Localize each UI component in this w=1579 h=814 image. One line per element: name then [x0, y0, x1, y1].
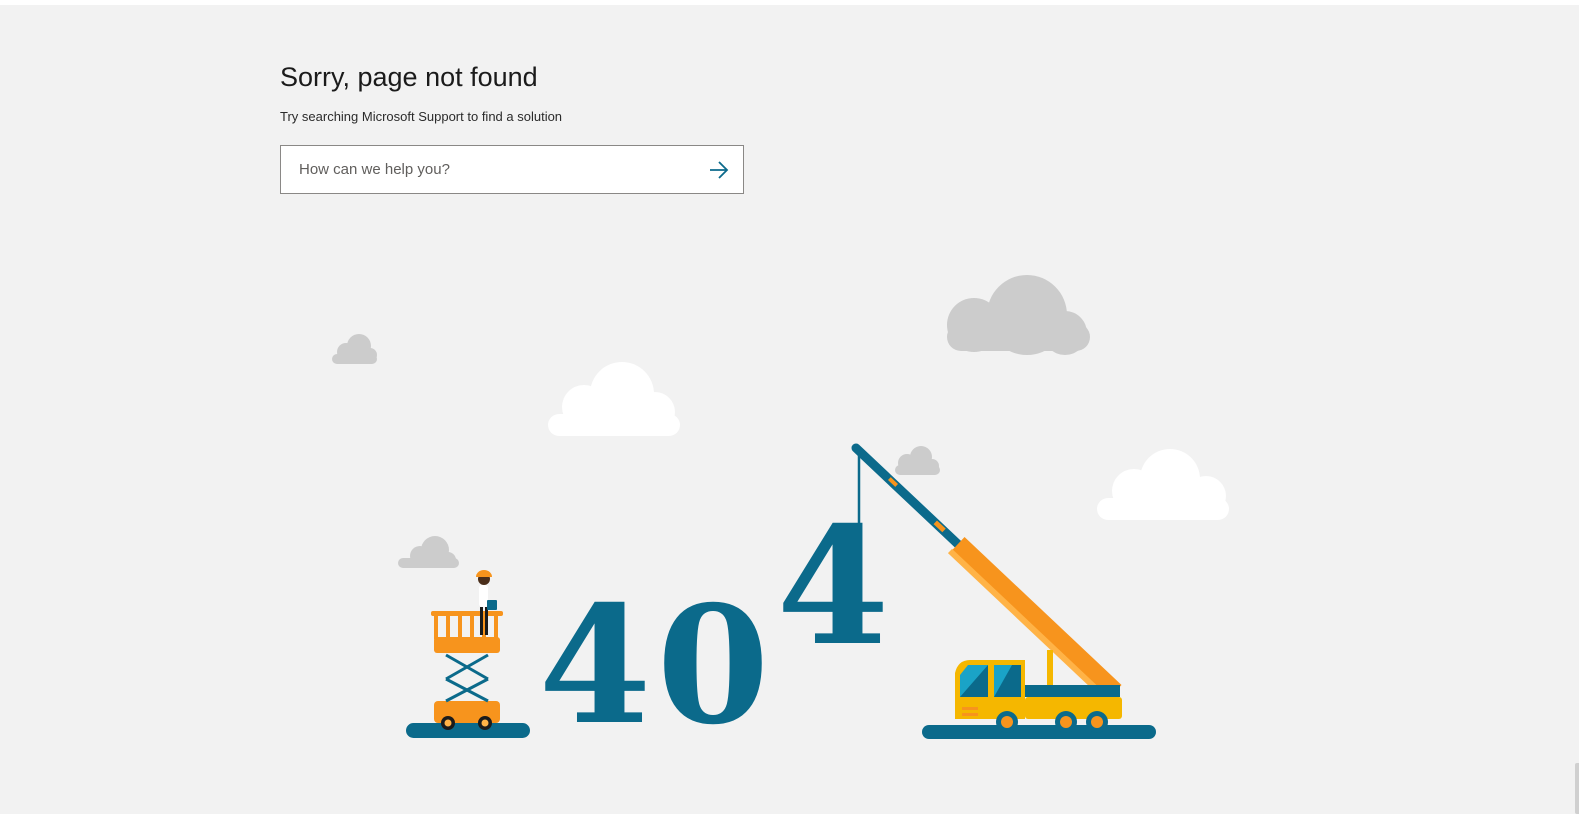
arrow-right-icon — [710, 161, 729, 179]
scrollbar[interactable] — [1575, 763, 1579, 814]
search-box — [280, 145, 744, 194]
white-cloud-center — [548, 362, 680, 436]
white-cloud-right — [1097, 449, 1229, 520]
construction-404-illustration: 4 0 4 — [332, 275, 1229, 761]
page-subtitle: Try searching Microsoft Support to find … — [280, 109, 563, 124]
gray-cloud-large — [947, 275, 1090, 355]
error-message-section: Sorry, page not found Try searching Micr… — [280, 57, 750, 194]
page-title: Sorry, page not found — [280, 62, 538, 92]
gray-cloud-crane — [895, 446, 940, 475]
scissor-lift — [406, 570, 530, 738]
gray-cloud-small-left — [332, 334, 377, 364]
crane-truck — [851, 443, 1156, 739]
page-background: 4 0 4 Sorry, page not found Try searchin… — [0, 5, 1579, 814]
search-submit-button[interactable] — [703, 154, 735, 186]
construction-worker — [476, 570, 497, 635]
search-input[interactable] — [281, 146, 681, 193]
gray-cloud-lift — [398, 536, 459, 568]
digit-four-hanging: 4 — [777, 492, 890, 682]
digit-four-left: 4 — [539, 571, 652, 761]
digit-zero: 0 — [657, 571, 770, 761]
